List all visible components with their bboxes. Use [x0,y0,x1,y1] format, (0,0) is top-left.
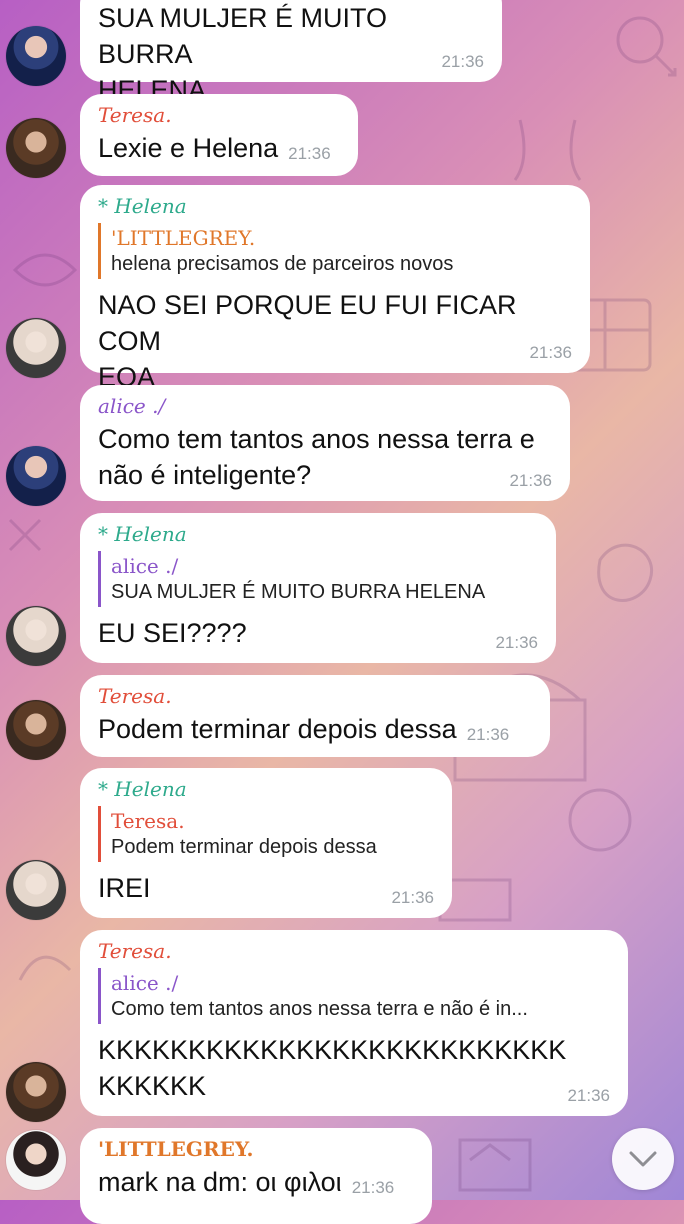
message-time: 21:36 [529,343,572,362]
reply-text: Como tem tantos anos nessa terra e não é… [111,998,528,1020]
message-text: KKKKKKKKKKKKKKKKKKKKKKKKKK KKKKKK [98,1035,567,1101]
sender-name[interactable]: 'LITTLEGREY. [98,1136,414,1162]
avatar-helena[interactable] [6,860,66,920]
chevron-down-icon [629,1151,657,1167]
sender-name[interactable]: alice ./ [98,393,552,419]
message-time: 21:36 [509,471,552,490]
avatar-teresa[interactable] [6,1062,66,1122]
reply-preview[interactable]: alice ./ Como tem tantos anos nessa terr… [98,968,610,1024]
scroll-down-button[interactable] [612,1128,674,1190]
message-bubble[interactable]: Teresa. Lexie e Helena 21:36 [80,94,358,176]
sender-name[interactable]: * Helena [98,776,434,802]
message-text: IREI [98,873,151,903]
reply-sender: 'LITTLEGREY. [111,226,256,250]
message-bubble[interactable]: * Helena alice ./ SUA MULJER É MUITO BUR… [80,513,556,663]
reply-sender: alice ./ [111,554,179,578]
message-time: 21:36 [288,144,331,163]
avatar-helena[interactable] [6,318,66,378]
message-text: SUA MULJER É MUITO BURRA HELENA [98,3,388,105]
avatar-teresa[interactable] [6,118,66,178]
message-bubble[interactable]: SUA MULJER É MUITO BURRA HELENA 21:36 [80,0,502,105]
message-text: Como tem tantos anos nessa terra e não é… [98,424,535,490]
sender-name[interactable]: Teresa. [98,938,610,964]
message-time: 21:36 [466,725,510,744]
reply-preview[interactable]: 'LITTLEGREY. helena precisamos de parcei… [98,223,572,279]
message-bubble[interactable]: * Helena Teresa. Podem terminar depois d… [80,768,452,918]
message-text: Podem terminar depois dessa [98,714,457,744]
reply-sender: alice ./ [111,971,179,995]
avatar-helena[interactable] [6,606,66,666]
reply-text: helena precisamos de parceiros novos [111,253,454,275]
message-text: EU SEI???? [98,618,247,648]
sender-name[interactable]: * Helena [98,521,538,547]
message-text: mark na dm: οι φιλοι [98,1167,342,1197]
sender-name[interactable]: Teresa. [98,683,532,709]
avatar-alice[interactable] [6,26,66,86]
message-text: Lexie e Helena [98,133,279,163]
message-bubble[interactable]: Teresa. Podem terminar depois dessa 21:36 [80,675,550,757]
reply-preview[interactable]: Teresa. Podem terminar depois dessa [98,806,434,862]
avatar-alice[interactable] [6,446,66,506]
message-time: 21:36 [351,1178,395,1197]
sender-name[interactable]: Teresa. [98,102,340,128]
reply-text: Podem terminar depois dessa [111,836,377,858]
message-time: 21:36 [567,1086,610,1105]
message-bubble[interactable]: 'LITTLEGREY. mark na dm: οι φιλοι 21:36 [80,1128,432,1224]
avatar-teresa[interactable] [6,700,66,760]
reply-sender: Teresa. [111,809,185,833]
message-time: 21:36 [391,888,434,907]
avatar-littlegrey[interactable] [6,1130,66,1190]
message-bubble[interactable]: * Helena 'LITTLEGREY. helena precisamos … [80,185,590,392]
message-bubble[interactable]: alice ./ Como tem tantos anos nessa terr… [80,385,570,501]
message-bubble[interactable]: Teresa. alice ./ Como tem tantos anos ne… [80,930,628,1116]
message-time: 21:36 [495,633,538,652]
reply-text: SUA MULJER É MUITO BURRA HELENA [111,581,486,603]
reply-preview[interactable]: alice ./ SUA MULJER É MUITO BURRA HELENA [98,551,538,607]
message-time: 21:36 [441,52,484,71]
sender-name[interactable]: * Helena [98,193,572,219]
message-text: NAO SEI PORQUE EU FUI FICAR COM EOA [98,290,517,392]
